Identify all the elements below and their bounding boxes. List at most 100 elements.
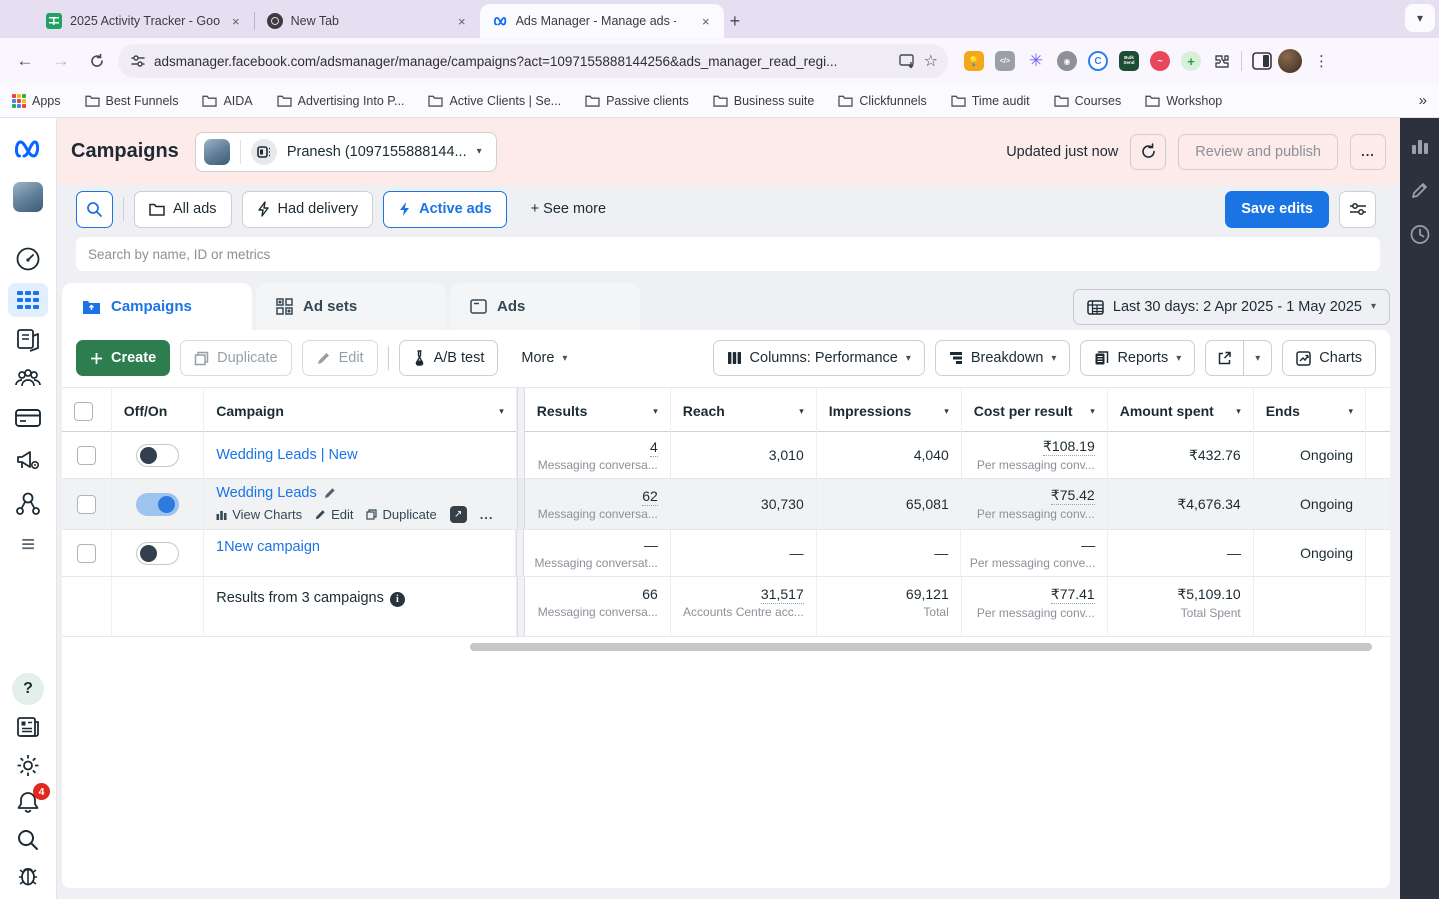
active-ads-filter[interactable]: Active ads: [383, 191, 507, 228]
close-tab-icon[interactable]: ×: [698, 12, 714, 31]
help-button[interactable]: ?: [12, 673, 44, 705]
red-extension-icon[interactable]: ~: [1150, 51, 1170, 71]
billing-card-icon[interactable]: [15, 408, 41, 428]
sort-chevron-icon[interactable]: ▾: [1090, 406, 1095, 417]
sort-chevron-icon[interactable]: ▾: [1236, 406, 1241, 417]
ads-megaphone-icon[interactable]: [15, 448, 41, 472]
account-overview-gauge-icon[interactable]: [15, 246, 41, 272]
duplicate-button[interactable]: Duplicate: [180, 340, 291, 376]
table-row[interactable]: Wedding Leads View Charts Edit Duplicate: [62, 479, 1390, 530]
row-checkbox[interactable]: [77, 544, 96, 563]
puzzle-extensions-icon[interactable]: [1212, 52, 1231, 71]
browser-tab-newtab[interactable]: New Tab ×: [255, 4, 480, 38]
side-panel-icon[interactable]: [1252, 52, 1272, 70]
campaigns-table-icon[interactable]: [8, 283, 48, 317]
bookmark-folder[interactable]: Courses: [1054, 94, 1122, 108]
sort-chevron-icon[interactable]: ▾: [1348, 406, 1353, 417]
cpr-value[interactable]: ₹108.19: [1043, 438, 1095, 456]
bookmark-star-icon[interactable]: ☆: [924, 51, 938, 71]
close-tab-icon[interactable]: ×: [228, 12, 244, 31]
copyright-extension-icon[interactable]: C: [1088, 51, 1108, 71]
results-value[interactable]: 4: [650, 439, 658, 457]
edit-action[interactable]: Edit: [315, 507, 353, 522]
row-checkbox[interactable]: [77, 495, 96, 514]
column-header[interactable]: Impressions: [829, 403, 911, 419]
bookmark-folder[interactable]: Workshop: [1145, 94, 1222, 108]
new-tab-button[interactable]: +: [730, 11, 741, 32]
all-tools-hamburger-icon[interactable]: ≡: [21, 531, 35, 559]
columns-button[interactable]: Columns: Performance ▾: [713, 340, 925, 376]
info-icon[interactable]: i: [390, 592, 405, 607]
bookmark-folder[interactable]: Best Funnels: [85, 94, 179, 108]
column-header[interactable]: Ends: [1266, 403, 1300, 419]
breakdown-button[interactable]: Breakdown ▾: [935, 340, 1071, 376]
save-edits-button[interactable]: Save edits: [1225, 191, 1329, 228]
bookmark-folder[interactable]: Active Clients | Se...: [428, 94, 561, 108]
bookmark-folder[interactable]: Time audit: [951, 94, 1030, 108]
row-checkbox[interactable]: [77, 446, 96, 465]
url-text[interactable]: adsmanager.facebook.com/adsmanager/manag…: [154, 54, 891, 69]
pages-icon[interactable]: [15, 328, 41, 352]
edit-pencil-icon[interactable]: [1410, 180, 1430, 200]
see-more-filters[interactable]: + See more: [517, 191, 620, 228]
column-header[interactable]: Amount spent: [1120, 403, 1214, 419]
reload-icon[interactable]: [82, 46, 112, 76]
review-and-publish-button[interactable]: Review and publish: [1178, 134, 1338, 170]
column-header[interactable]: Results: [537, 403, 588, 419]
summary-reach[interactable]: 31,517: [761, 586, 804, 604]
duplicate-action[interactable]: Duplicate: [366, 507, 436, 522]
bookmark-folder[interactable]: AIDA: [202, 94, 252, 108]
connected-assets-icon[interactable]: [15, 490, 41, 516]
table-row[interactable]: Wedding Leads | New 4Messaging conversa.…: [62, 432, 1390, 479]
filter-settings-icon[interactable]: [1339, 191, 1376, 228]
camera-extension-icon[interactable]: ◉: [1057, 51, 1077, 71]
charts-button[interactable]: Charts: [1282, 340, 1376, 376]
column-header[interactable]: Reach: [683, 403, 725, 419]
select-all-checkbox[interactable]: [74, 402, 93, 421]
column-header[interactable]: Campaign: [216, 403, 284, 419]
cpr-value[interactable]: ₹75.42: [1051, 487, 1095, 505]
bulk-send-extension-icon[interactable]: Bulk Send: [1119, 51, 1139, 71]
meta-logo-icon[interactable]: [13, 138, 43, 160]
refresh-button[interactable]: [1130, 134, 1166, 170]
code-extension-icon[interactable]: </>: [995, 51, 1015, 71]
site-info-icon[interactable]: [130, 53, 146, 69]
results-value[interactable]: 62: [642, 488, 658, 506]
tab-search-chevron-icon[interactable]: ▾: [1405, 4, 1435, 32]
bookmark-folder[interactable]: Advertising Into P...: [277, 94, 405, 108]
sort-chevron-icon[interactable]: ▾: [944, 406, 949, 417]
bookmark-folder[interactable]: Business suite: [713, 94, 815, 108]
close-tab-icon[interactable]: ×: [454, 12, 470, 31]
history-clock-icon[interactable]: [1409, 224, 1430, 245]
campaign-name-link[interactable]: Wedding Leads: [216, 485, 317, 501]
bookmark-apps[interactable]: Apps: [12, 94, 61, 108]
header-more-button[interactable]: ...: [1350, 134, 1386, 170]
horizontal-scrollbar[interactable]: [62, 641, 1390, 653]
all-ads-filter[interactable]: All ads: [134, 191, 232, 228]
campaign-toggle-off[interactable]: [136, 444, 179, 467]
browser-menu-icon[interactable]: ⋮: [1308, 52, 1335, 70]
plus-extension-icon[interactable]: +: [1181, 51, 1201, 71]
settings-gear-icon[interactable]: [16, 753, 41, 778]
campaign-name-link[interactable]: Wedding Leads | New: [216, 447, 504, 463]
campaign-name-link[interactable]: 1New campaign: [216, 539, 503, 555]
bookmark-folder[interactable]: Clickfunnels: [838, 94, 926, 108]
campaign-toggle-on[interactable]: [136, 493, 179, 516]
bookmarks-overflow-icon[interactable]: »: [1419, 92, 1427, 109]
export-button[interactable]: [1206, 341, 1244, 375]
search-filter-button[interactable]: [76, 191, 113, 228]
tab-campaigns[interactable]: Campaigns: [62, 283, 252, 330]
more-button[interactable]: More ▾: [508, 340, 580, 376]
tab-ad-sets[interactable]: Ad sets: [256, 283, 446, 330]
view-charts-action[interactable]: View Charts: [216, 507, 302, 522]
ad-account-selector[interactable]: Pranesh (1097155888144... ▾: [195, 132, 497, 172]
summary-cpr[interactable]: ₹77.41: [1051, 586, 1095, 604]
column-header[interactable]: Off/On: [124, 403, 168, 419]
bookmark-folder[interactable]: Passive clients: [585, 94, 689, 108]
date-range-selector[interactable]: Last 30 days: 2 Apr 2025 - 1 May 2025 ▾: [1073, 289, 1390, 325]
browser-tab-ads-manager[interactable]: Ads Manager - Manage ads - ×: [480, 4, 724, 38]
updates-news-icon[interactable]: [16, 716, 40, 738]
rename-pencil-icon[interactable]: [324, 487, 336, 499]
ads-reporting-icon[interactable]: ↗: [450, 506, 467, 523]
search-rail-icon[interactable]: [16, 828, 40, 852]
